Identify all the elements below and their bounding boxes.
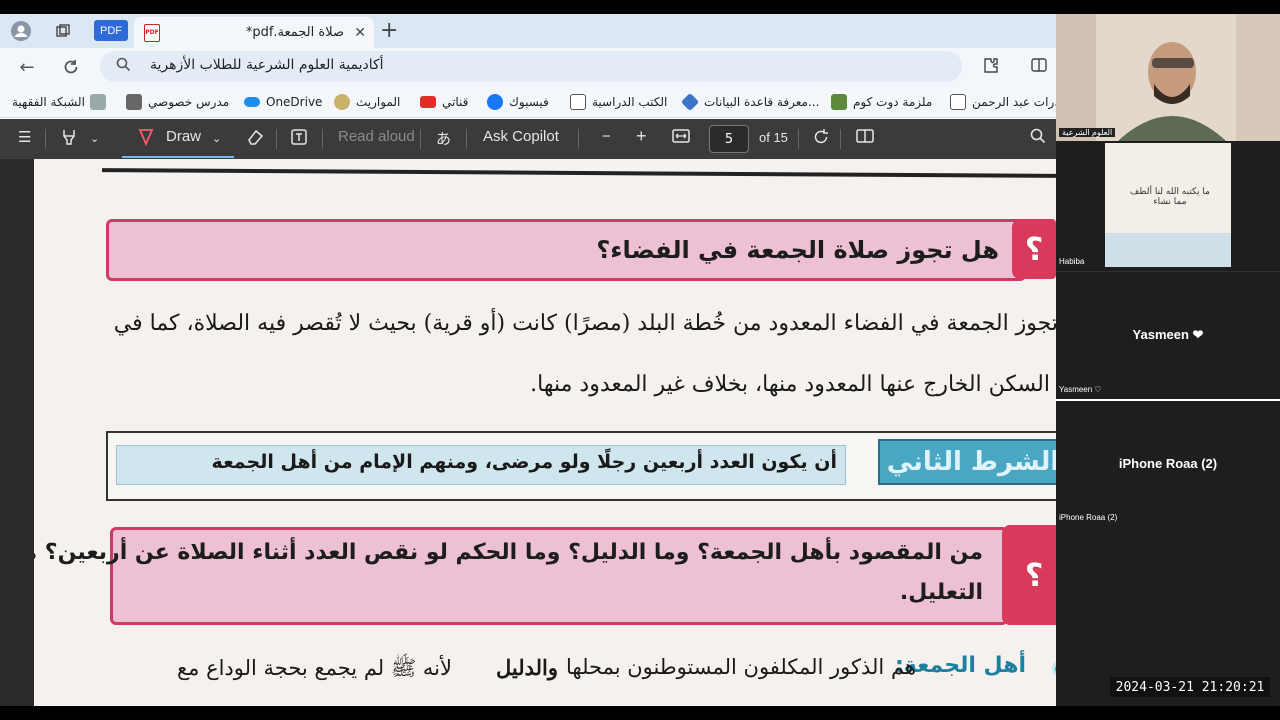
address-row: ← أكاديمية العلوم الشرعية للطلاب الأزهري… — [0, 48, 1056, 86]
tutor-icon — [126, 94, 142, 110]
page-number-input[interactable]: 5 — [709, 125, 749, 153]
fit-width-icon[interactable] — [672, 128, 690, 148]
browser-window: PDF PDF صلاة الجمعة.pdf* ✕ + ← أكاديمية … — [0, 14, 1056, 706]
document-icon — [570, 94, 586, 110]
favorite-item[interactable]: مدرس خصوصي — [126, 92, 229, 112]
draw-button[interactable]: Draw — [166, 128, 201, 145]
youtube-icon — [420, 96, 436, 108]
favorite-item[interactable]: المواريث — [334, 92, 400, 112]
favorite-item[interactable]: OneDrive — [244, 92, 322, 112]
question-mark-icon: ؟ — [1002, 525, 1056, 625]
tab-strip: PDF PDF صلاة الجمعة.pdf* ✕ + — [0, 14, 1056, 48]
habiba-label: Habiba — [1059, 257, 1085, 266]
screen: PDF PDF صلاة الجمعة.pdf* ✕ + ← أكاديمية … — [0, 0, 1280, 720]
bottom-letterbox — [0, 706, 1280, 720]
tab-active-pdf[interactable]: PDF صلاة الجمعة.pdf* ✕ — [134, 17, 374, 48]
condition-text: أن يكون العدد أربعين رجلًا ولو مرضى، ومن… — [211, 451, 837, 473]
search-icon — [116, 57, 131, 76]
inheritance-icon — [334, 94, 350, 110]
url-text: أكاديمية العلوم الشرعية للطلاب الأزهرية — [150, 57, 384, 73]
yasmeen-label: Yasmeen ♡ — [1059, 385, 1102, 394]
page-total: of 15 — [759, 130, 788, 145]
chevron-down-icon[interactable]: ⌄ — [212, 132, 221, 145]
page-view-icon[interactable] — [856, 128, 874, 148]
back-icon[interactable]: ← — [14, 54, 40, 80]
text-box-icon[interactable] — [290, 128, 308, 150]
zoom-out-button[interactable]: − — [602, 128, 611, 145]
roaa-name: iPhone Roaa (2) — [1118, 456, 1218, 471]
dalil-text: لأنه ﷺ لم يجمع بحجة الوداع مع — [176, 656, 452, 680]
tab-title: صلاة الجمعة.pdf* — [245, 25, 344, 40]
profile-icon[interactable] — [10, 20, 32, 42]
question-banner: هل تجوز صلاة الجمعة في الفضاء؟ — [106, 219, 1026, 281]
question-2-line-2: التعليل. — [899, 580, 983, 605]
condition-box: الشرط الثاني أن يكون العدد أربعين رجلًا … — [106, 431, 1056, 501]
search-icon[interactable] — [1030, 128, 1046, 148]
roaa-video-tile[interactable]: iPhone Roaa (2) iPhone Roaa (2) — [1056, 399, 1280, 525]
read-aloud-button[interactable]: Read aloud — [338, 128, 415, 145]
yasmeen-video-tile[interactable]: Yasmeen ❤ Yasmeen ♡ — [1056, 271, 1280, 397]
highlight-icon[interactable] — [60, 128, 78, 150]
question-1: هل تجوز صلاة الجمعة في الفضاء؟ — [596, 236, 999, 264]
site-icon — [831, 94, 847, 110]
ahl-text: هم الذكور المكلفون المستوطنون بمحلها — [566, 655, 916, 679]
onedrive-icon — [244, 97, 260, 107]
question-2-line-1: من المقصود بأهل الجمعة؟ وما الدليل؟ وما … — [34, 540, 983, 565]
translate-icon[interactable]: あ — [436, 128, 451, 149]
pdf-toolbar: ☰ ⌄ Draw ⌄ Read aloud あ Ask Copilot − + … — [0, 119, 1056, 159]
dalil-label: والدليل — [495, 655, 558, 680]
new-tab-icon[interactable]: + — [380, 18, 398, 43]
top-letterbox — [0, 0, 1280, 14]
pdf-tab-chip[interactable]: PDF — [94, 20, 128, 41]
favorite-item[interactable]: معرفة قاعدة البيانات... — [680, 92, 819, 112]
pdf-page: هل تجوز صلاة الجمعة في الفضاء؟ ؟ تجوز ال… — [34, 159, 1056, 706]
database-icon — [680, 92, 700, 112]
video-call-panel: العلوم الشرعية ما يكتبه الله لنا ألطف مم… — [1056, 14, 1280, 706]
bookmark-icon — [89, 94, 106, 110]
question-banner: من المقصود بأهل الجمعة؟ وما الدليل؟ وما … — [34, 527, 1008, 625]
favorite-item[interactable]: فيسبوك — [487, 92, 549, 112]
split-screen-icon[interactable] — [1030, 56, 1048, 78]
habiba-card-text: ما يكتبه الله لنا ألطف مما نشاء — [1130, 187, 1210, 207]
favorites-bar: الشبكة الفقهية مدرس خصوصي OneDrive الموا… — [0, 86, 1056, 118]
favorite-item[interactable]: قناتي — [420, 92, 468, 112]
draw-active-underline — [122, 156, 234, 158]
document-icon — [950, 94, 966, 110]
extensions-icon[interactable] — [982, 56, 1000, 78]
rotate-icon[interactable] — [812, 128, 830, 150]
yasmeen-name: Yasmeen ❤ — [1132, 327, 1204, 342]
recording-timestamp: 2024-03-21 21:20:21 — [1110, 677, 1270, 697]
host-video-image — [1056, 14, 1280, 141]
close-icon[interactable]: ✕ — [354, 25, 366, 41]
condition-text-box: أن يكون العدد أربعين رجلًا ولو مرضى، ومن… — [116, 445, 846, 485]
answer-line-1: تجوز الجمعة في الفضاء المعدود من خُطة ال… — [113, 311, 1056, 336]
facebook-icon — [487, 94, 503, 110]
question-mark-icon: ؟ — [1012, 219, 1056, 279]
habiba-video-tile[interactable]: ما يكتبه الله لنا ألطف مما نشاء Habiba — [1056, 141, 1280, 269]
zoom-in-button[interactable]: + — [636, 126, 647, 147]
host-video-tile[interactable]: العلوم الشرعية — [1056, 14, 1280, 141]
favorite-item[interactable]: رات عبد الرحمن... — [950, 92, 1056, 112]
contents-icon[interactable]: ☰ — [18, 128, 31, 146]
eraser-icon[interactable] — [246, 128, 264, 150]
page-top-rule — [101, 168, 1056, 178]
address-bar[interactable]: أكاديمية العلوم الشرعية للطلاب الأزهرية — [100, 51, 962, 82]
ask-copilot-button[interactable]: Ask Copilot — [483, 128, 559, 145]
chevron-down-icon[interactable]: ⌄ — [90, 132, 99, 145]
refresh-icon[interactable] — [58, 54, 84, 80]
habiba-card-image: ما يكتبه الله لنا ألطف مما نشاء — [1105, 143, 1231, 267]
roaa-label: iPhone Roaa (2) — [1059, 513, 1118, 522]
favorite-item[interactable]: ملزمة دوت كوم — [831, 92, 932, 112]
pdf-viewer[interactable]: هل تجوز صلاة الجمعة في الفضاء؟ ؟ تجوز ال… — [0, 159, 1056, 706]
pdf-file-icon: PDF — [144, 23, 160, 42]
workspaces-icon[interactable] — [52, 20, 74, 42]
answer-line-2: السكن الخارج عنها المعدود منها، بخلاف غي… — [530, 372, 1050, 397]
favorite-item[interactable]: الشبكة الفقهية — [12, 92, 106, 112]
favorite-item[interactable]: الكتب الدراسية — [570, 92, 667, 112]
host-label: العلوم الشرعية — [1059, 128, 1116, 137]
condition-label: الشرط الثاني — [878, 439, 1056, 485]
draw-icon[interactable] — [138, 128, 154, 150]
